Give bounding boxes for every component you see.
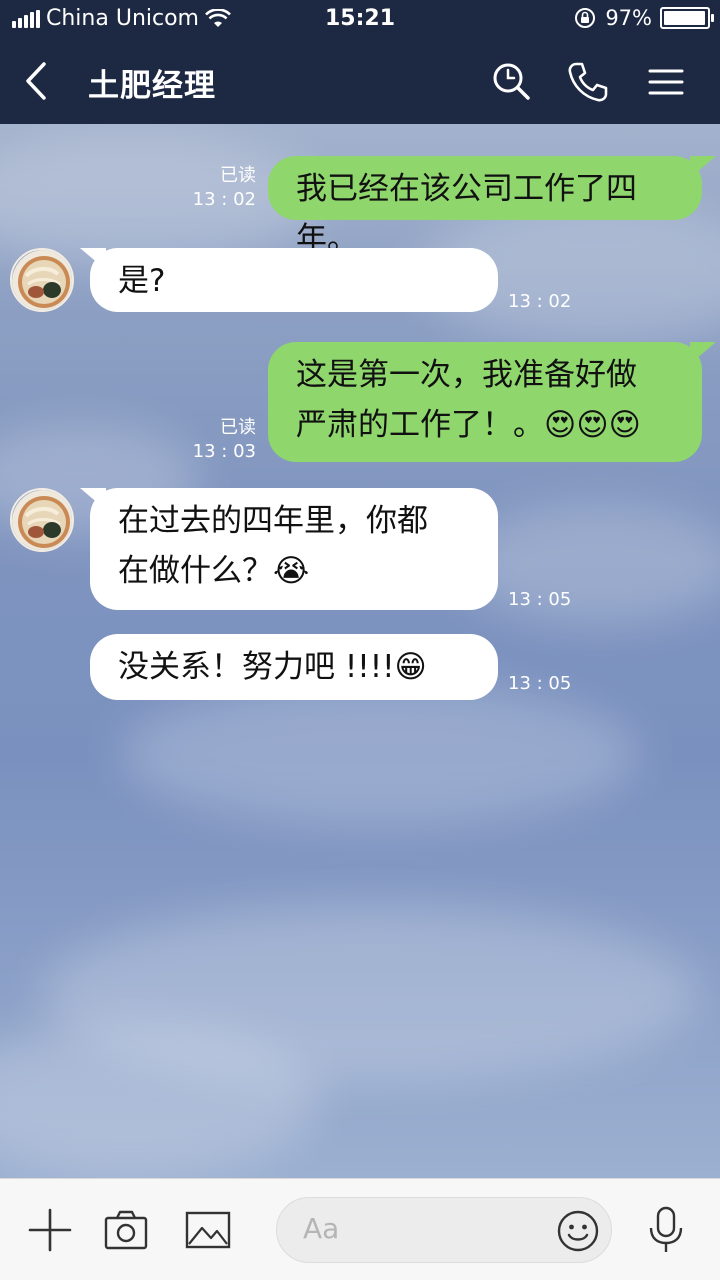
battery-icon [660, 7, 714, 29]
rotation-lock-icon [575, 8, 596, 28]
message-time: 13 : 02 [192, 189, 256, 210]
input-placeholder: Aa [303, 1212, 340, 1245]
status-right: 97% [573, 6, 714, 30]
phone-icon[interactable] [564, 58, 612, 106]
status-bar: China Unicom 15:21 97% [0, 0, 720, 40]
outgoing-message-bubble[interactable]: 这是第一次，我准备好做 严肃的工作了！。😍😍😍 [268, 342, 702, 462]
chat-header: 土肥经理 [0, 40, 720, 124]
microphone-icon[interactable] [642, 1206, 690, 1254]
avatar[interactable] [10, 488, 74, 552]
message-text-line: 在过去的四年里，你都 [118, 503, 428, 539]
message-text: 没关系！努力吧 !!!!😁 [118, 649, 427, 685]
plus-icon[interactable] [26, 1206, 74, 1254]
search-icon[interactable] [488, 58, 536, 106]
incoming-message-bubble[interactable]: 没关系！努力吧 !!!!😁 [90, 634, 498, 700]
message-time: 13 : 05 [508, 673, 572, 694]
cloud-decoration [120, 684, 640, 824]
chat-title: 土肥经理 [88, 68, 216, 104]
message-text: 是? [118, 263, 166, 299]
message-time: 13 : 03 [192, 441, 256, 462]
message-time: 13 : 05 [508, 589, 572, 610]
message-text-line: 严肃的工作了！。😍😍😍 [296, 407, 641, 443]
back-icon[interactable] [18, 56, 58, 106]
cloud-decoration [460, 504, 720, 624]
avatar[interactable] [10, 248, 74, 312]
read-receipt: 已读 [220, 165, 256, 186]
menu-icon[interactable] [642, 58, 690, 106]
message-meta: 已读 13 : 02 [180, 164, 256, 212]
message-meta: 已读 13 : 03 [180, 416, 256, 464]
camera-icon[interactable] [102, 1206, 150, 1254]
emoji-icon[interactable] [555, 1208, 601, 1254]
battery-percent: 97% [605, 6, 652, 30]
avatar-image [12, 490, 72, 550]
image-icon[interactable] [184, 1206, 232, 1254]
read-receipt: 已读 [220, 417, 256, 438]
chat-area[interactable]: 已读 13 : 02 我已经在该公司工作了四年。 是? 13 : 02 已读 1… [0, 124, 720, 1178]
outgoing-message-bubble[interactable]: 我已经在该公司工作了四年。 [268, 156, 702, 257]
message-input[interactable]: Aa [276, 1197, 612, 1263]
incoming-message-bubble[interactable]: 在过去的四年里，你都 在做什么？😭 [90, 488, 498, 610]
message-time: 13 : 02 [508, 291, 572, 312]
input-bar: Aa [0, 1178, 720, 1280]
message-text-line: 这是第一次，我准备好做 [296, 357, 637, 393]
avatar-image [12, 250, 72, 310]
incoming-message-bubble[interactable]: 是? [90, 248, 498, 312]
battery-fill [664, 11, 705, 25]
message-text-line: 在做什么？😭 [118, 553, 310, 589]
